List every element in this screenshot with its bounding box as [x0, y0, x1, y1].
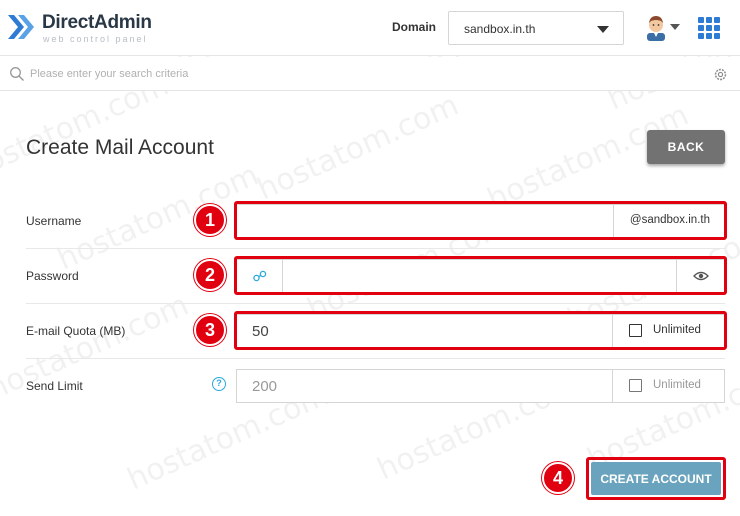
send-limit-label: Send Limit	[26, 379, 83, 393]
password-input[interactable]	[283, 260, 673, 292]
step-badge-4: 4	[542, 462, 574, 494]
eye-icon	[693, 271, 709, 281]
password-field-group	[236, 259, 725, 293]
quota-label: E-mail Quota (MB)	[26, 324, 126, 338]
send-limit-input[interactable]	[237, 370, 607, 402]
chevron-down-icon	[597, 26, 609, 33]
step-badge-3: 3	[194, 314, 226, 346]
quota-unlimited-label: Unlimited	[653, 324, 701, 336]
quota-row: E-mail Quota (MB) Unlimited	[26, 304, 725, 359]
quota-input[interactable]	[237, 315, 607, 347]
logo-arrows-icon	[8, 15, 34, 39]
apps-grid-icon[interactable]	[698, 17, 720, 39]
create-account-button[interactable]: CREATE ACCOUNT	[591, 462, 721, 495]
search-bar	[0, 57, 740, 91]
send-limit-row: Send Limit ? Unlimited	[26, 359, 725, 414]
help-icon[interactable]: ?	[212, 377, 226, 391]
step-badge-1: 1	[194, 204, 226, 236]
password-label: Password	[26, 269, 79, 283]
logo-text: DirectAdmin	[42, 12, 152, 33]
top-header: DirectAdmin web control panel Domain san…	[0, 0, 740, 56]
quota-unlimited-checkbox[interactable]	[629, 324, 642, 337]
send-limit-unlimited-label: Unlimited	[653, 379, 701, 391]
domain-select-value: sandbox.in.th	[464, 22, 536, 36]
quota-unlimited-option[interactable]: Unlimited	[612, 315, 724, 347]
watermark-text: hostatom.com	[252, 87, 464, 208]
domain-suffix: @sandbox.in.th	[612, 205, 724, 237]
send-limit-unlimited-option[interactable]: Unlimited	[612, 370, 724, 402]
send-limit-field-group: Unlimited	[236, 369, 725, 403]
show-password-button[interactable]	[676, 260, 724, 292]
send-limit-unlimited-checkbox[interactable]	[629, 379, 642, 392]
domain-select[interactable]: sandbox.in.th	[448, 11, 624, 45]
quota-field-group: Unlimited	[236, 314, 725, 348]
page-title: Create Mail Account	[26, 136, 214, 159]
user-avatar-icon[interactable]	[644, 13, 668, 41]
username-row: Username @sandbox.in.th	[26, 194, 725, 249]
step-badge-2: 2	[194, 259, 226, 291]
domain-label: Domain	[392, 20, 437, 34]
logo-subtitle: web control panel	[43, 34, 148, 44]
generate-password-button[interactable]	[237, 260, 283, 292]
search-icon	[10, 67, 24, 81]
gear-icon[interactable]	[713, 67, 728, 82]
back-button[interactable]: BACK	[647, 130, 725, 164]
password-row: Password	[26, 249, 725, 304]
username-label: Username	[26, 214, 82, 228]
directadmin-logo[interactable]: DirectAdmin web control panel	[6, 8, 166, 48]
search-input[interactable]	[30, 63, 690, 85]
username-field-group: @sandbox.in.th	[236, 204, 725, 238]
key-icon	[253, 270, 267, 282]
username-input[interactable]	[237, 205, 607, 237]
user-menu-chevron-icon[interactable]	[670, 24, 680, 30]
